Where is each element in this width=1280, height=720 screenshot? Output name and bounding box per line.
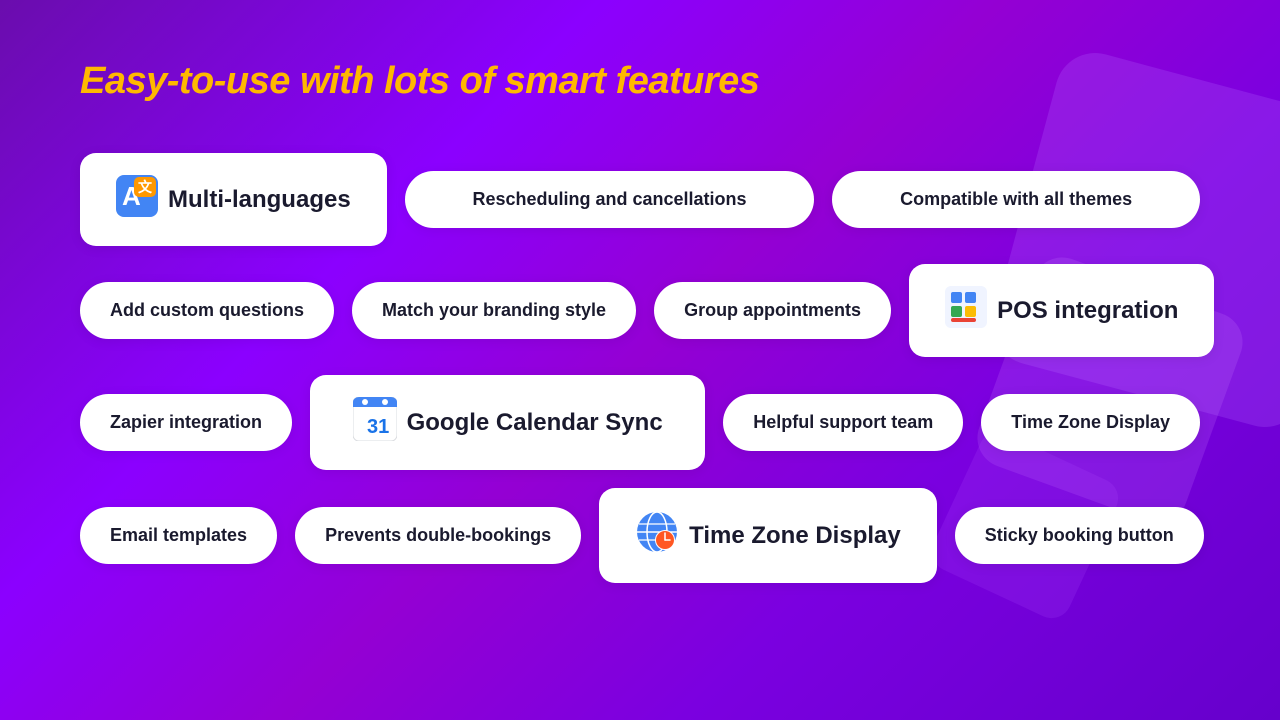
feature-label-custom-questions: Add custom questions [110, 300, 304, 321]
features-grid: A 文 Multi-languages Rescheduling and can… [80, 153, 1200, 583]
feature-chip-timezone-small[interactable]: Time Zone Display [981, 394, 1200, 451]
feature-row-4: Email templates Prevents double-bookings [80, 488, 1200, 583]
feature-label-pos-integration: POS integration [997, 297, 1178, 325]
feature-label-branding: Match your branding style [382, 300, 606, 321]
feature-label-support: Helpful support team [753, 412, 933, 433]
feature-chip-compatible-themes[interactable]: Compatible with all themes [832, 171, 1200, 228]
feature-chip-email-templates[interactable]: Email templates [80, 507, 277, 564]
feature-chip-double-bookings[interactable]: Prevents double-bookings [295, 507, 581, 564]
feature-chip-support[interactable]: Helpful support team [723, 394, 963, 451]
feature-chip-group-appointments[interactable]: Group appointments [654, 282, 891, 339]
feature-label-zapier: Zapier integration [110, 412, 262, 433]
feature-chip-timezone-large[interactable]: Time Zone Display [599, 488, 937, 583]
feature-label-timezone-large: Time Zone Display [689, 522, 901, 550]
feature-chip-gcal[interactable]: 31 Google Calendar Sync [310, 375, 705, 470]
feature-label-group-appointments: Group appointments [684, 300, 861, 321]
feature-chip-pos-integration[interactable]: POS integration [909, 264, 1214, 357]
feature-label-rescheduling: Rescheduling and cancellations [472, 189, 746, 210]
svg-text:文: 文 [138, 179, 153, 195]
pos-icon [945, 286, 987, 335]
feature-row-1: A 文 Multi-languages Rescheduling and can… [80, 153, 1200, 246]
feature-chip-branding[interactable]: Match your branding style [352, 282, 636, 339]
feature-chip-multi-languages[interactable]: A 文 Multi-languages [80, 153, 387, 246]
feature-label-timezone-small: Time Zone Display [1011, 412, 1170, 433]
feature-label-email-templates: Email templates [110, 525, 247, 546]
feature-label-double-bookings: Prevents double-bookings [325, 525, 551, 546]
feature-row-2: Add custom questions Match your branding… [80, 264, 1200, 357]
page-title: Easy-to-use with lots of smart features [80, 60, 1200, 103]
google-calendar-icon: 31 [353, 397, 397, 448]
feature-chip-custom-questions[interactable]: Add custom questions [80, 282, 334, 339]
svg-text:31: 31 [367, 416, 389, 438]
feature-label-multi-languages: Multi-languages [168, 186, 351, 214]
globe-icon [635, 510, 679, 561]
feature-chip-sticky-booking[interactable]: Sticky booking button [955, 507, 1204, 564]
feature-label-gcal: Google Calendar Sync [407, 409, 663, 437]
feature-row-3: Zapier integration 31 Google Calen [80, 375, 1200, 470]
feature-chip-rescheduling[interactable]: Rescheduling and cancellations [405, 171, 815, 228]
feature-label-sticky-booking: Sticky booking button [985, 525, 1174, 546]
feature-label-compatible-themes: Compatible with all themes [900, 189, 1132, 210]
feature-chip-zapier[interactable]: Zapier integration [80, 394, 292, 451]
translate-icon: A 文 [116, 175, 158, 224]
